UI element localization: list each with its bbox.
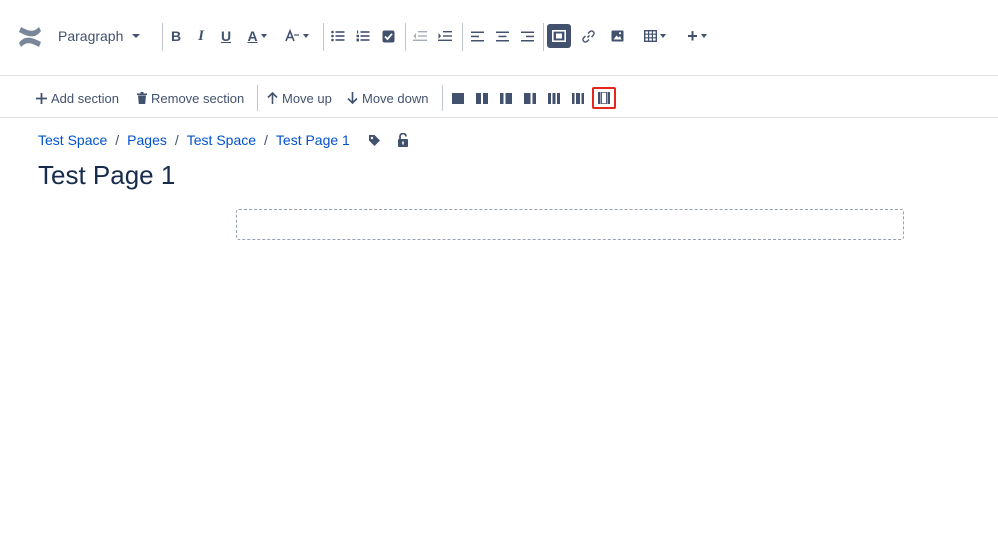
remove-section-button[interactable]: Remove section bbox=[137, 87, 244, 109]
checkbox-icon bbox=[382, 30, 394, 42]
align-left-icon bbox=[470, 31, 484, 41]
image-icon bbox=[611, 30, 623, 42]
toolbar-divider bbox=[257, 85, 258, 111]
numbered-list-icon bbox=[356, 30, 370, 42]
unlock-icon[interactable] bbox=[397, 133, 409, 147]
plus-icon bbox=[36, 92, 47, 104]
bold-button[interactable]: B bbox=[168, 23, 184, 49]
toolbar-divider bbox=[323, 23, 324, 51]
paragraph-style-dropdown[interactable]: Paragraph bbox=[58, 23, 141, 49]
label-tag-icon[interactable] bbox=[368, 134, 381, 147]
insert-table-button[interactable] bbox=[641, 23, 669, 49]
arrow-down-icon bbox=[347, 92, 358, 104]
text-color-icon: A bbox=[247, 28, 258, 44]
layout-three-column-button[interactable] bbox=[545, 89, 563, 107]
layout-three-column-sidebars-button[interactable] bbox=[569, 89, 587, 107]
layout-single-column-button[interactable] bbox=[449, 89, 467, 107]
confluence-logo-icon[interactable] bbox=[16, 23, 44, 51]
breadcrumb-separator: / bbox=[264, 132, 268, 148]
toolbar-divider bbox=[462, 23, 463, 51]
remove-section-label: Remove section bbox=[151, 90, 245, 106]
chevron-down-icon bbox=[302, 34, 309, 38]
underline-icon: U bbox=[220, 28, 232, 44]
layout-two-column-right-sidebar-button[interactable] bbox=[521, 89, 539, 107]
breadcrumb-link-page[interactable]: Test Page 1 bbox=[276, 132, 350, 148]
outdent-icon bbox=[413, 31, 427, 41]
italic-button[interactable]: I bbox=[193, 23, 209, 49]
bullet-list-icon bbox=[331, 30, 345, 42]
layout-toolbar: Add section Remove section Move up Move … bbox=[0, 77, 998, 118]
single-column-icon bbox=[452, 92, 464, 104]
link-icon bbox=[581, 29, 595, 43]
toolbar-divider bbox=[543, 23, 544, 51]
breadcrumb-separator: / bbox=[115, 132, 120, 148]
bullet-list-button[interactable] bbox=[330, 23, 346, 49]
move-up-label: Move up bbox=[282, 90, 332, 106]
insert-more-button[interactable]: + bbox=[683, 23, 711, 49]
two-column-icon bbox=[476, 92, 488, 104]
single-column-with-sidebars-icon bbox=[598, 92, 610, 104]
numbered-list-button[interactable] bbox=[355, 23, 371, 49]
chevron-down-icon bbox=[700, 34, 707, 38]
move-down-label: Move down bbox=[362, 90, 429, 106]
breadcrumb-link-space[interactable]: Test Space bbox=[38, 132, 107, 148]
text-style-button[interactable] bbox=[281, 23, 311, 49]
task-list-button[interactable] bbox=[380, 23, 396, 49]
chevron-down-icon bbox=[260, 34, 267, 38]
align-center-icon bbox=[495, 31, 509, 41]
chevron-down-icon bbox=[132, 34, 141, 38]
layout-section-cell[interactable] bbox=[236, 209, 904, 240]
plus-icon: + bbox=[687, 25, 698, 46]
toolbar-divider bbox=[442, 85, 443, 111]
text-style-icon bbox=[284, 29, 299, 42]
two-column-left-sidebar-icon bbox=[500, 92, 512, 104]
chevron-down-icon bbox=[660, 34, 666, 38]
toolbar-divider bbox=[405, 23, 406, 51]
add-section-label: Add section bbox=[51, 90, 119, 106]
align-center-button[interactable] bbox=[494, 23, 510, 49]
breadcrumb-separator: / bbox=[174, 132, 179, 148]
paragraph-style-label: Paragraph bbox=[58, 28, 124, 44]
underline-button[interactable]: U bbox=[218, 23, 234, 49]
page-layout-button[interactable] bbox=[547, 24, 571, 48]
add-section-button[interactable]: Add section bbox=[36, 87, 119, 109]
layout-single-column-sidebars-button[interactable] bbox=[592, 87, 616, 109]
insert-image-button[interactable] bbox=[609, 23, 625, 49]
bold-icon: B bbox=[170, 28, 182, 44]
page-title[interactable]: Test Page 1 bbox=[38, 160, 175, 191]
align-left-button[interactable] bbox=[469, 23, 485, 49]
move-up-button[interactable]: Move up bbox=[267, 87, 332, 109]
three-column-icon bbox=[548, 92, 560, 104]
align-right-icon bbox=[520, 31, 534, 41]
insert-link-button[interactable] bbox=[580, 23, 596, 49]
arrow-up-icon bbox=[267, 92, 278, 104]
trash-icon bbox=[137, 92, 147, 104]
breadcrumb-link-pages[interactable]: Pages bbox=[127, 132, 167, 148]
page-layout-icon bbox=[552, 30, 566, 42]
breadcrumb: Test Space / Pages / Test Space / Test P… bbox=[38, 131, 409, 149]
move-down-button[interactable]: Move down bbox=[347, 87, 428, 109]
toolbar-divider bbox=[162, 23, 163, 51]
layout-two-column-button[interactable] bbox=[473, 89, 491, 107]
three-column-sidebars-icon bbox=[572, 92, 584, 104]
table-icon bbox=[644, 30, 657, 42]
align-right-button[interactable] bbox=[519, 23, 535, 49]
indent-icon bbox=[438, 31, 452, 41]
editor-toolbar: Paragraph B I U A + bbox=[0, 0, 998, 76]
two-column-right-sidebar-icon bbox=[524, 92, 536, 104]
breadcrumb-link-space-home[interactable]: Test Space bbox=[187, 132, 256, 148]
italic-icon: I bbox=[198, 27, 204, 44]
indent-button[interactable] bbox=[437, 23, 453, 49]
text-color-button[interactable]: A bbox=[243, 23, 271, 49]
layout-two-column-left-sidebar-button[interactable] bbox=[497, 89, 515, 107]
outdent-button[interactable] bbox=[412, 23, 428, 49]
